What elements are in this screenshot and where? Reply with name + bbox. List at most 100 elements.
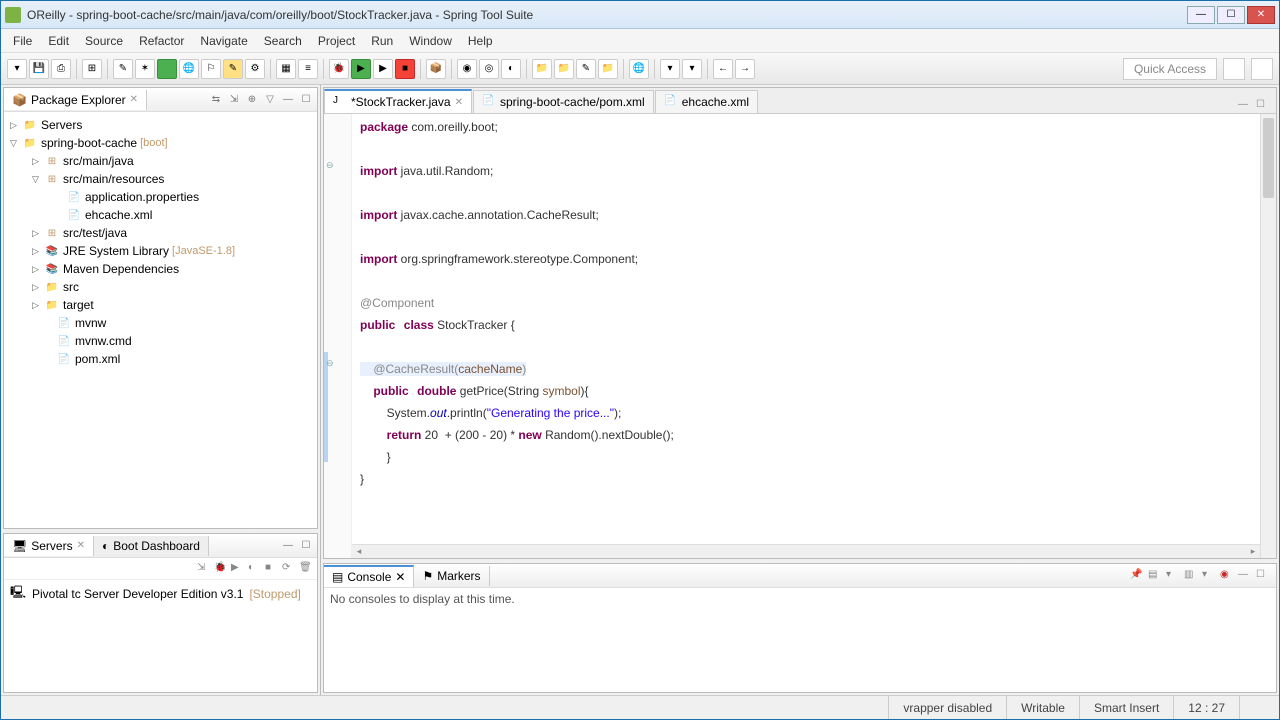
wand-button[interactable]: ✎ [113, 59, 133, 79]
highlight-button[interactable]: ✎ [223, 59, 243, 79]
pin-icon[interactable]: 📌 [1130, 569, 1144, 583]
profile-icon[interactable]: ◐ [248, 562, 262, 576]
editor-tab-pom[interactable]: 📄 spring-boot-cache/pom.xml [473, 90, 654, 113]
tag-button[interactable]: ⚐ [201, 59, 221, 79]
folder1-button[interactable]: 📁 [532, 59, 552, 79]
report-button[interactable]: ≡ [298, 59, 318, 79]
tree-src-main-resources[interactable]: ▽⊞src/main/resources [4, 170, 317, 188]
new-button[interactable]: ▾ [7, 59, 27, 79]
new-class-button[interactable]: ◉ [457, 59, 477, 79]
dropdown2-icon[interactable]: ▾ [1202, 569, 1216, 583]
tree-project[interactable]: ▽📁spring-boot-cache[boot] [4, 134, 317, 152]
drop1-button[interactable]: ▾ [660, 59, 680, 79]
editor-tab-stocktracker[interactable]: J *StockTracker.java ✕ [324, 89, 472, 113]
maximize-icon[interactable]: ☐ [299, 539, 313, 553]
folder3-button[interactable]: 📁 [598, 59, 618, 79]
terminal-icon[interactable]: ◉ [1220, 569, 1234, 583]
close-icon[interactable]: ✕ [130, 94, 138, 105]
close-icon[interactable]: ✕ [455, 97, 463, 108]
minimize-icon[interactable]: — [281, 93, 295, 107]
menu-navigate[interactable]: Navigate [192, 31, 255, 51]
grid-button[interactable]: ▦ [276, 59, 296, 79]
run-green-button[interactable] [157, 59, 177, 79]
server-row[interactable]: 🖳 Pivotal tc Server Developer Edition v3… [4, 580, 317, 607]
run-icon[interactable]: ▶ [231, 562, 245, 576]
menu-project[interactable]: Project [310, 31, 363, 51]
code-text[interactable]: package com.oreilly.boot; import java.ut… [352, 114, 1260, 558]
maximize-icon[interactable]: ☐ [1256, 569, 1270, 583]
tool2-button[interactable]: ⚙ [245, 59, 265, 79]
editor-gutter[interactable]: ⊖ ⊖ [324, 114, 352, 558]
scroll-left-icon[interactable]: ◂ [352, 545, 366, 558]
menu-run[interactable]: Run [363, 31, 401, 51]
tree-target[interactable]: ▷📁target [4, 296, 317, 314]
menu-help[interactable]: Help [460, 31, 501, 51]
maximize-button[interactable]: ☐ [1217, 6, 1245, 24]
editor-body[interactable]: ⊖ ⊖ package com.oreilly.boot; import jav… [324, 114, 1276, 558]
menu-source[interactable]: Source [77, 31, 131, 51]
open-console-icon[interactable]: ▥ [1184, 569, 1198, 583]
close-icon[interactable]: ✕ [395, 570, 405, 584]
menu-search[interactable]: Search [256, 31, 310, 51]
publish-icon[interactable]: ⟳ [282, 562, 296, 576]
scroll-right-icon[interactable]: ▸ [1246, 545, 1260, 558]
tree-pom-xml[interactable]: 📄pom.xml [4, 350, 317, 368]
tree-src-main-java[interactable]: ▷⊞src/main/java [4, 152, 317, 170]
stop-button[interactable]: ■ [395, 59, 415, 79]
debug-button[interactable]: 🐞 [329, 59, 349, 79]
servers-tab[interactable]: 🖥 Servers ✕ [4, 536, 94, 556]
minimize-button[interactable]: — [1187, 6, 1215, 24]
tree-ehcache-xml[interactable]: 📄ehcache.xml [4, 206, 317, 224]
tree-servers[interactable]: ▷📁Servers [4, 116, 317, 134]
link-icon[interactable]: ⇲ [227, 93, 241, 107]
new-pkg-button[interactable]: 📦 [426, 59, 446, 79]
editor-tab-ehcache[interactable]: 📄 ehcache.xml [655, 90, 758, 113]
console-tab[interactable]: ▤ Console ✕ [324, 565, 414, 587]
menu-icon[interactable]: ▽ [263, 93, 277, 107]
save-button[interactable]: 💾 [29, 59, 49, 79]
tool-button[interactable]: ✶ [135, 59, 155, 79]
run-button[interactable]: ▶ [351, 59, 371, 79]
external-button[interactable]: ▶ [373, 59, 393, 79]
display-icon[interactable]: ▤ [1148, 569, 1162, 583]
tree-maven-deps[interactable]: ▷📚Maven Dependencies [4, 260, 317, 278]
collapse-marker-icon[interactable]: ⊖ [326, 160, 336, 170]
new-thing-button[interactable]: ◐ [501, 59, 521, 79]
back-button[interactable]: ← [713, 59, 733, 79]
tree-src-test-java[interactable]: ▷⊞src/test/java [4, 224, 317, 242]
tree-mvnw-cmd[interactable]: 📄mvnw.cmd [4, 332, 317, 350]
vertical-scrollbar[interactable] [1260, 114, 1276, 558]
maximize-icon[interactable]: ☐ [1256, 99, 1270, 113]
clean-icon[interactable]: 🗑 [299, 562, 313, 576]
globe-button[interactable]: 🌐 [179, 59, 199, 79]
collapse-marker-icon[interactable]: ⊖ [326, 358, 336, 368]
drop2-button[interactable]: ▾ [682, 59, 702, 79]
browse-button[interactable]: 🌐 [629, 59, 649, 79]
toggle-button[interactable]: ⊞ [82, 59, 102, 79]
tree-src[interactable]: ▷📁src [4, 278, 317, 296]
forward-button[interactable]: → [735, 59, 755, 79]
minimize-icon[interactable]: — [1238, 569, 1252, 583]
wand2-button[interactable]: ✎ [576, 59, 596, 79]
markers-tab[interactable]: ⚑ Markers [414, 566, 489, 586]
collapse-icon[interactable]: ⇆ [209, 93, 223, 107]
minimize-icon[interactable]: — [1238, 99, 1252, 113]
menu-refactor[interactable]: Refactor [131, 31, 192, 51]
debug-icon[interactable]: 🐞 [214, 562, 228, 576]
stop-icon[interactable]: ■ [265, 562, 279, 576]
tree-application-properties[interactable]: 📄application.properties [4, 188, 317, 206]
close-button[interactable]: ✕ [1247, 6, 1275, 24]
save-all-button[interactable]: ⎙ [51, 59, 71, 79]
horizontal-scrollbar[interactable]: ◂ ▸ [352, 544, 1260, 558]
quick-access-field[interactable]: Quick Access [1123, 58, 1217, 80]
scrollbar-thumb[interactable] [1263, 118, 1274, 198]
perspective-java-button[interactable] [1223, 58, 1245, 80]
folder2-button[interactable]: 📁 [554, 59, 574, 79]
menu-window[interactable]: Window [401, 31, 460, 51]
minimize-icon[interactable]: — [281, 539, 295, 553]
dropdown-icon[interactable]: ▾ [1166, 569, 1180, 583]
focus-icon[interactable]: ⊕ [245, 93, 259, 107]
link-icon[interactable]: ⇲ [197, 562, 211, 576]
new-class2-button[interactable]: ◎ [479, 59, 499, 79]
menu-file[interactable]: File [5, 31, 40, 51]
